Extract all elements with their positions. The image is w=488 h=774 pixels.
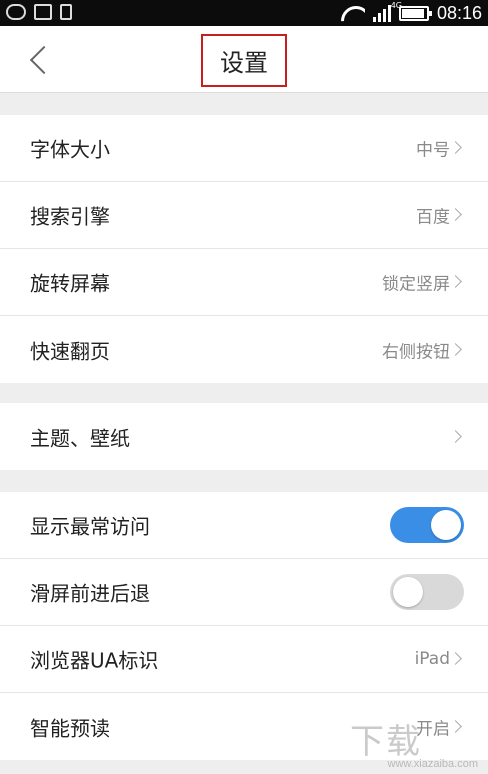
setting-value: 右侧按钮 <box>382 342 450 362</box>
chevron-right-icon <box>449 208 462 221</box>
header-bar: 设置 <box>0 26 488 93</box>
setting-row-quick-page-turn[interactable]: 快速翻页 右侧按钮 <box>0 316 488 383</box>
setting-label: 滑屏前进后退 <box>30 581 150 606</box>
setting-row-search-engine[interactable]: 搜索引擎 百度 <box>0 182 488 249</box>
setting-value: 百度 <box>416 207 450 228</box>
title-highlight-box: 设置 <box>201 34 287 87</box>
setting-row-show-most-visited[interactable]: 显示最常访问 <box>0 492 488 559</box>
settings-group-theme: 主题、壁纸 <box>0 403 488 470</box>
setting-label: 旋转屏幕 <box>30 271 110 296</box>
setting-row-screen-rotation[interactable]: 旋转屏幕 锁定竖屏 <box>0 249 488 316</box>
setting-label: 主题、壁纸 <box>30 426 130 450</box>
chevron-right-icon <box>449 429 462 443</box>
setting-label: 快速翻页 <box>30 339 110 363</box>
chevron-right-icon <box>449 342 462 356</box>
setting-label: 搜索引擎 <box>30 204 110 229</box>
wifi-icon <box>341 4 365 22</box>
toggle-switch[interactable] <box>390 507 464 543</box>
page-title: 设置 <box>220 49 268 77</box>
watermark-url: www.xiazaiba.com <box>387 758 478 770</box>
status-time: 08:16 <box>436 2 482 23</box>
setting-row-theme-wallpaper[interactable]: 主题、壁纸 <box>0 403 488 470</box>
battery-icon <box>398 5 432 21</box>
wechat-icon <box>6 4 26 20</box>
setting-label: 显示最常访问 <box>30 514 150 539</box>
signal-icon <box>372 4 391 22</box>
toggle-knob <box>393 577 423 607</box>
chevron-right-icon <box>449 141 462 154</box>
setting-label: 智能预读 <box>30 716 110 740</box>
chevron-right-icon <box>449 275 462 288</box>
setting-row-font-size[interactable]: 字体大小 中号 <box>0 115 488 182</box>
setting-value: iPad <box>414 649 450 669</box>
gallery-icon <box>34 4 52 20</box>
status-bar: 4G 08:16 <box>0 0 488 26</box>
back-button[interactable] <box>26 46 46 74</box>
toggle-knob <box>431 510 461 540</box>
chevron-right-icon <box>449 652 462 665</box>
settings-group-general: 字体大小 中号 搜索引擎 百度 旋转屏幕 锁定竖屏 快速翻页 右侧按钮 <box>0 115 488 383</box>
setting-row-browser-ua[interactable]: 浏览器UA标识 iPad <box>0 626 488 693</box>
setting-label: 字体大小 <box>30 137 110 162</box>
setting-value: 锁定竖屏 <box>382 274 450 295</box>
setting-row-swipe-navigation[interactable]: 滑屏前进后退 <box>0 559 488 626</box>
sim-icon <box>60 4 72 20</box>
toggle-switch[interactable] <box>390 574 464 610</box>
watermark-logo: 下载吧 <box>350 722 422 774</box>
watermark: 下载吧 www.xiazaiba.com <box>350 714 480 774</box>
setting-label: 浏览器UA标识 <box>30 648 159 673</box>
setting-value: 中号 <box>416 140 450 161</box>
